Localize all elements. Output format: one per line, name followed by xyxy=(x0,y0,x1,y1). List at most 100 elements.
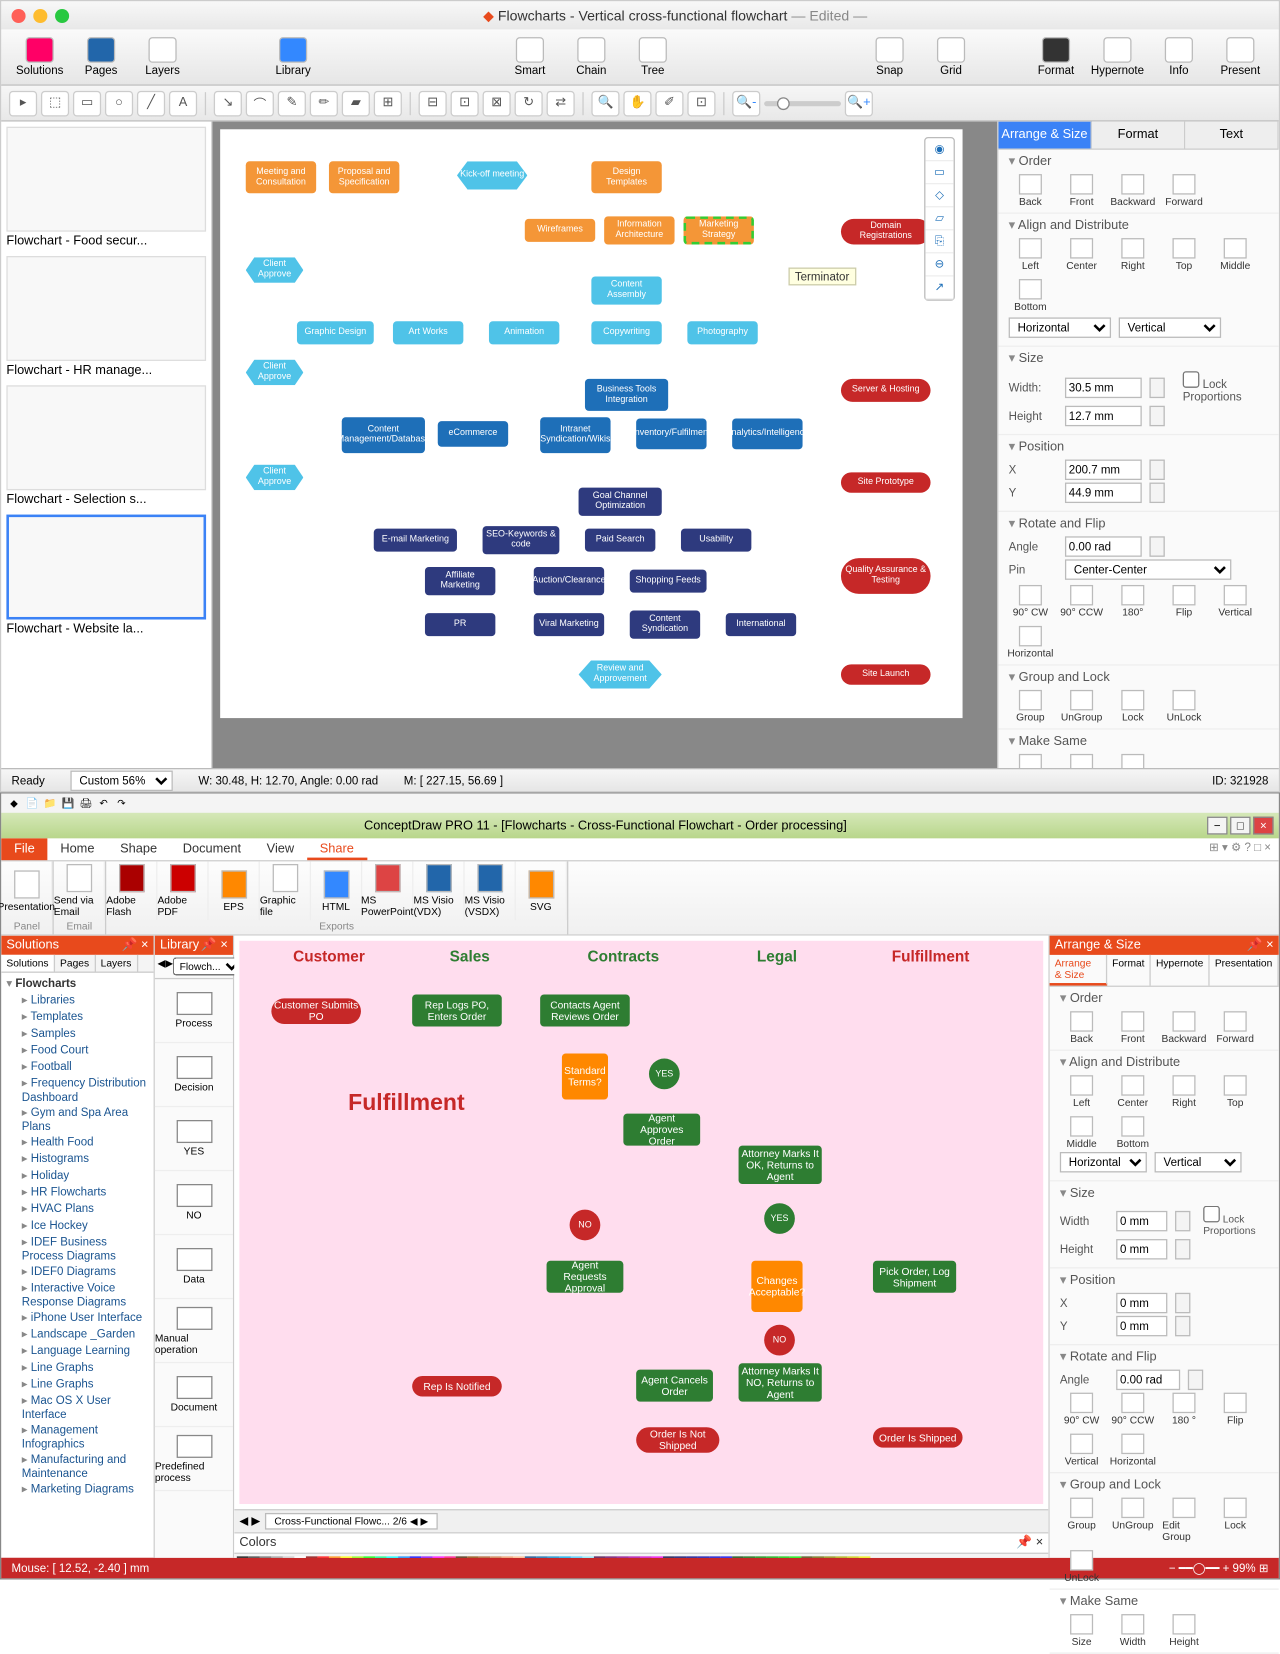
tree-item[interactable]: Line Graphs xyxy=(4,1376,151,1393)
align-bottom[interactable]: Bottom xyxy=(1111,1116,1155,1149)
distribute-v[interactable]: Vertical xyxy=(1155,1152,1242,1172)
tree-item[interactable]: Food Court xyxy=(4,1042,151,1059)
pal-data[interactable]: ▱ xyxy=(925,207,953,230)
tab-nav-icon[interactable]: ◀ ▶ xyxy=(239,1514,260,1528)
tree-button[interactable]: Tree xyxy=(625,37,681,77)
tab-hypernote[interactable]: Hypernote xyxy=(1151,955,1210,986)
minimize-button[interactable]: − xyxy=(1207,817,1227,835)
node-shipped[interactable]: Order Is Shipped xyxy=(873,1427,963,1447)
y-stepper[interactable] xyxy=(1149,483,1164,503)
ellipse-tool[interactable]: ○ xyxy=(105,90,133,116)
back-button[interactable]: Back xyxy=(1009,174,1053,207)
node-email[interactable]: E-mail Marketing xyxy=(374,529,457,552)
tree-item[interactable]: Histograms xyxy=(4,1151,151,1168)
node-animation[interactable]: Animation xyxy=(489,321,559,344)
node-notshipped[interactable]: Order Is Not Shipped xyxy=(636,1427,719,1453)
lock-button[interactable]: Lock xyxy=(1213,1498,1257,1543)
node-proposal[interactable]: Proposal and Specification xyxy=(329,161,399,193)
html-button[interactable]: HTML xyxy=(311,861,362,920)
tree-item[interactable]: Line Graphs xyxy=(4,1359,151,1376)
width-stepper[interactable] xyxy=(1149,377,1164,397)
flash-button[interactable]: Adobe Flash xyxy=(106,861,157,920)
line-tool[interactable]: ╱ xyxy=(137,90,165,116)
node-infoarch[interactable]: Information Architecture xyxy=(604,216,674,244)
color-swatch[interactable] xyxy=(836,1556,848,1557)
tree-item[interactable]: Interactive Voice Response Diagrams xyxy=(4,1280,151,1309)
color-swatch[interactable] xyxy=(663,1556,675,1557)
section-rotate[interactable]: Rotate and Flip xyxy=(1009,517,1269,531)
width-input[interactable] xyxy=(1065,377,1142,397)
tree-item[interactable]: IDEF Business Process Diagrams xyxy=(4,1234,151,1263)
same-height[interactable]: Height xyxy=(1111,754,1155,768)
tree-item[interactable]: Mac OS X User Interface xyxy=(4,1393,151,1422)
color-swatch[interactable] xyxy=(582,1556,594,1557)
presentation-button[interactable]: Presentation xyxy=(1,861,52,920)
color-swatch[interactable] xyxy=(744,1556,756,1557)
node-ecommerce[interactable]: eCommerce xyxy=(438,421,508,447)
maximize-button[interactable]: □ xyxy=(1230,817,1250,835)
node-yes1[interactable]: YES xyxy=(649,1059,680,1090)
color-swatch[interactable] xyxy=(317,1556,329,1557)
x-input[interactable] xyxy=(1116,1293,1167,1313)
flipb[interactable]: Flip xyxy=(1213,1393,1257,1426)
tab-shape[interactable]: Shape xyxy=(107,838,170,860)
color-swatch[interactable] xyxy=(675,1556,687,1557)
close-window[interactable] xyxy=(12,8,26,22)
backward-button[interactable]: Backward xyxy=(1162,1011,1206,1044)
distribute-vert[interactable]: Vertical xyxy=(1119,317,1221,337)
doc-tab[interactable]: Cross-Functional Flowc... 2/6 ◀ ▶ xyxy=(265,1513,437,1530)
distribute-tool[interactable]: ⊡ xyxy=(451,90,479,116)
pin-select[interactable]: Center-Center xyxy=(1065,559,1231,579)
qa-open-icon[interactable]: 📁 xyxy=(42,796,57,811)
section-size[interactable]: Size xyxy=(1009,352,1269,366)
send-email-button[interactable]: Send via Email xyxy=(54,861,105,920)
forward-button[interactable]: Forward xyxy=(1213,1011,1257,1044)
color-swatch[interactable] xyxy=(237,1556,249,1557)
library-shape[interactable]: Document xyxy=(155,1363,233,1427)
align-center[interactable]: Center xyxy=(1111,1075,1155,1108)
tree-item[interactable]: Holiday xyxy=(4,1167,151,1184)
tab-file[interactable]: File xyxy=(1,838,47,860)
lock-prop[interactable] xyxy=(1203,1206,1220,1223)
pal-connector[interactable]: ↗ xyxy=(925,276,953,299)
qa-redo-icon[interactable]: ↷ xyxy=(114,796,129,811)
color-swatch[interactable] xyxy=(398,1556,410,1557)
node-meeting[interactable]: Meeting and Consultation xyxy=(246,161,316,193)
color-swatch[interactable] xyxy=(306,1556,318,1557)
page-thumb-selected[interactable]: Flowchart - Website la... xyxy=(6,515,206,637)
distribute-h[interactable]: Horizontal xyxy=(1060,1152,1147,1172)
node-marketing-selected[interactable]: Marketing Strategy xyxy=(684,216,754,244)
tab-format[interactable]: Format xyxy=(1092,122,1185,149)
tree-templates[interactable]: Templates xyxy=(4,1009,151,1026)
arc-tool[interactable]: ⌒ xyxy=(246,90,274,116)
library-shape[interactable]: Data xyxy=(155,1235,233,1299)
backward-button[interactable]: Backward xyxy=(1111,174,1155,207)
tree-item[interactable]: Language Learning xyxy=(4,1343,151,1360)
zoom-select[interactable]: Custom 56% xyxy=(70,770,172,790)
pin-icon[interactable]: 📌 × xyxy=(1247,938,1274,952)
align-right[interactable]: Right xyxy=(1111,238,1155,271)
align-tool[interactable]: ⊟ xyxy=(419,90,447,116)
node-replogs[interactable]: Rep Logs PO, Enters Order xyxy=(412,995,502,1027)
angle-input[interactable] xyxy=(1065,536,1142,556)
tree-item[interactable]: IDEF0 Diagrams xyxy=(4,1263,151,1280)
library-shape[interactable]: Predefined process xyxy=(155,1427,233,1491)
rot-ccw[interactable]: 90° CCW xyxy=(1111,1393,1155,1426)
node-content[interactable]: Content Assembly xyxy=(591,276,661,304)
hand-tool[interactable]: ✋ xyxy=(623,90,651,116)
node-approve1[interactable]: Client Approve xyxy=(246,257,304,283)
x-stepper[interactable] xyxy=(1149,460,1164,480)
color-swatch[interactable] xyxy=(375,1556,387,1557)
node-paidsearch[interactable]: Paid Search xyxy=(585,529,655,552)
color-palette[interactable] xyxy=(234,1553,1048,1558)
align-right[interactable]: Right xyxy=(1162,1075,1206,1108)
same-size[interactable]: Size xyxy=(1009,754,1053,768)
solutions-button[interactable]: Solutions xyxy=(12,37,68,77)
library-shape[interactable]: NO xyxy=(155,1171,233,1235)
lib-nav-fwd-icon[interactable]: ▶ xyxy=(165,957,173,975)
ppt-button[interactable]: MS PowerPoint xyxy=(362,861,413,920)
color-swatch[interactable] xyxy=(732,1556,744,1557)
color-swatch[interactable] xyxy=(421,1556,433,1557)
canvas[interactable]: Meeting and Consultation Proposal and Sp… xyxy=(212,122,997,768)
select-tool[interactable]: ⬚ xyxy=(41,90,69,116)
